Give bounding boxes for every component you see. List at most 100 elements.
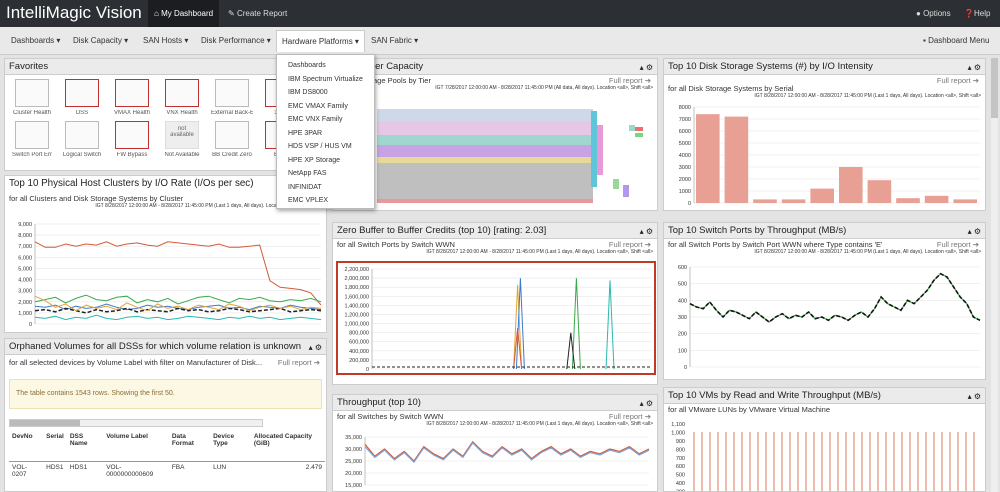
menu-label: Disk Capacity	[73, 36, 122, 45]
dropdown-item-emc-vnx[interactable]: EMC VNX Family	[277, 113, 374, 127]
date-range: IGT 8/28/2017 12:00:00 AM - 8/28/2017 11…	[426, 421, 653, 427]
fav-switch-port-errors[interactable]: Switch Port Err	[11, 121, 53, 158]
fav-not-available[interactable]: not available Not Available	[161, 121, 203, 158]
menu-san-hosts[interactable]: SAN Hosts ▾	[138, 30, 193, 52]
full-report-link[interactable]: Full report ➔	[278, 358, 320, 367]
tier-band	[377, 157, 593, 163]
fav-vmax-health[interactable]: VMAX Health	[111, 79, 153, 116]
grid-icon	[65, 121, 99, 149]
fav-label: Not Available	[164, 152, 200, 158]
bar	[867, 180, 892, 203]
column-header[interactable]: Serial	[43, 431, 67, 461]
options-label: Options	[923, 9, 951, 18]
panel-title: Top 10 Switch Ports by Throughput (MB/s)	[668, 225, 847, 236]
menu-dashboards[interactable]: Dashboards ▾	[6, 30, 65, 52]
panel-controls[interactable]: ▴ ⚙	[968, 224, 981, 240]
table-cell: VOL-0207	[12, 463, 28, 478]
dropdown-item-ibm-spectrum-virtualize[interactable]: IBM Spectrum Virtualize	[277, 73, 374, 87]
y-tick-label: 5,000	[18, 266, 32, 272]
column-header[interactable]: DSS Name	[67, 431, 103, 461]
fav-dss[interactable]: DSS	[61, 79, 103, 116]
fav-label: External Back-E	[211, 110, 253, 116]
y-tick-label: 2,200,000	[345, 267, 369, 273]
full-report-link[interactable]: Full report ➔	[937, 76, 979, 85]
disk-bar-chart: 8000 7000 6000 5000 4000 3000 2000 1000 0	[679, 105, 980, 207]
y-tick-label: 3,000	[18, 289, 32, 295]
bar	[896, 198, 920, 203]
chart-thumbnail-icon	[215, 79, 249, 107]
switch-ports-line-chart: 600 500 400 300 200 100 0	[678, 265, 981, 371]
column-header[interactable]: Allocated Capacity (GiB)	[251, 431, 325, 461]
panel-controls[interactable]: ▴ ⚙	[968, 389, 981, 405]
full-report-label: Full report	[608, 412, 643, 421]
app-brand[interactable]: IntelliMagic Vision	[6, 3, 142, 23]
series-line	[34, 314, 322, 321]
page-scrollbar[interactable]	[991, 58, 998, 492]
menu-disk-capacity[interactable]: Disk Capacity ▾	[68, 30, 133, 52]
dropdown-item-hpe-3par[interactable]: HPE 3PAR	[277, 127, 374, 141]
options-button[interactable]: ● Options	[910, 0, 957, 27]
dashboard-menu-button[interactable]: ▪ Dashboard Menu	[918, 30, 994, 52]
y-tick-label: 400,000	[349, 349, 369, 355]
y-tick-label: 0	[688, 201, 691, 207]
full-report-link[interactable]: Full report ➔	[937, 240, 979, 249]
fav-external-back-end[interactable]: External Back-E	[211, 79, 253, 116]
dropdown-item-netapp-fas[interactable]: NetApp FAS	[277, 167, 374, 181]
full-report-label: Full report	[608, 76, 643, 85]
y-tick-label: 1,400,000	[345, 303, 369, 309]
full-report-link[interactable]: Full report ➔	[609, 412, 651, 421]
y-tick-label: 400	[676, 481, 685, 487]
column-header[interactable]: DevNo	[9, 431, 43, 461]
bar	[696, 114, 720, 203]
column-header[interactable]: Data Format	[169, 431, 210, 461]
dropdown-item-emc-vmax[interactable]: EMC VMAX Family	[277, 100, 374, 114]
fav-cluster-health[interactable]: Cluster Health	[11, 79, 53, 116]
menu-hardware-platforms[interactable]: Hardware Platforms ▾	[276, 30, 365, 52]
tier-band	[377, 109, 593, 121]
throughput-panel: Throughput (top 10) ▴ ⚙ Full report ➔ for…	[332, 394, 658, 492]
table-row[interactable]: VOL-0207 HDS1 HDS1 VOL-0000000000609 FBA…	[9, 461, 325, 480]
fav-label: VNX Health	[166, 110, 198, 116]
panel-controls[interactable]: ▴ ⚙	[968, 60, 981, 76]
y-tick-label: 1,800,000	[345, 285, 369, 291]
tier-bar	[635, 127, 643, 131]
help-button[interactable]: ❓Help	[958, 0, 996, 27]
fav-fw-bypass[interactable]: FW Bypass	[111, 121, 153, 158]
tier-band	[377, 163, 593, 199]
dropdown-item-hpe-xp[interactable]: HPE XP Storage	[277, 154, 374, 168]
dropdown-item-infinidat[interactable]: INFINIDAT	[277, 181, 374, 195]
fav-bb-credit-zero[interactable]: BB Credit Zero	[211, 121, 253, 158]
series-line	[34, 241, 322, 306]
full-report-link[interactable]: Full report ➔	[609, 76, 651, 85]
y-tick-label: 2000	[679, 177, 691, 183]
dropdown-item-hds-vsp[interactable]: HDS VSP / HUS VM	[277, 140, 374, 154]
panel-controls[interactable]: ▴ ⚙	[640, 224, 653, 240]
menu-san-fabric[interactable]: SAN Fabric ▾	[366, 30, 423, 52]
tier-bar	[613, 179, 619, 189]
dropdown-item-emc-vplex[interactable]: EMC VPLEX	[277, 194, 374, 208]
grid-icon	[15, 121, 49, 149]
panel-subtitle: for all VMware LUNs by VMware Virtual Ma…	[668, 405, 831, 414]
my-dashboard-button[interactable]: ⌂ My Dashboard	[148, 0, 220, 27]
grid-icon	[15, 79, 49, 107]
fav-logical-switch[interactable]: Logical Switch	[61, 121, 103, 158]
y-tick-label: 0	[366, 367, 369, 373]
fav-vnx-health[interactable]: VNX Health	[161, 79, 203, 116]
panel-controls[interactable]: ▴ ⚙	[309, 340, 322, 356]
full-report-label: Full report	[936, 240, 971, 249]
y-tick-label: 0	[684, 365, 687, 371]
menu-disk-performance[interactable]: Disk Performance ▾	[196, 30, 276, 52]
dropdown-item-dashboards[interactable]: Dashboards	[277, 59, 374, 73]
panel-controls[interactable]: ▴ ⚙	[640, 396, 653, 412]
y-tick-label: 500	[678, 282, 687, 288]
full-report-link[interactable]: Full report ➔	[609, 240, 651, 249]
tier-band	[377, 199, 593, 203]
column-header[interactable]: Device Type	[210, 431, 251, 461]
create-report-button[interactable]: ✎ Create Report	[222, 0, 293, 27]
orphaned-volumes-panel: Orphaned Volumes for all DSSs for which …	[4, 338, 327, 492]
top-navbar: IntelliMagic Vision ⌂ My Dashboard ✎ Cre…	[0, 0, 1000, 27]
panel-controls[interactable]: ▴ ⚙	[640, 60, 653, 76]
dropdown-item-ibm-ds8000[interactable]: IBM DS8000	[277, 86, 374, 100]
column-header[interactable]: Volume Label	[103, 431, 169, 461]
horizontal-scrollbar[interactable]	[9, 419, 263, 427]
